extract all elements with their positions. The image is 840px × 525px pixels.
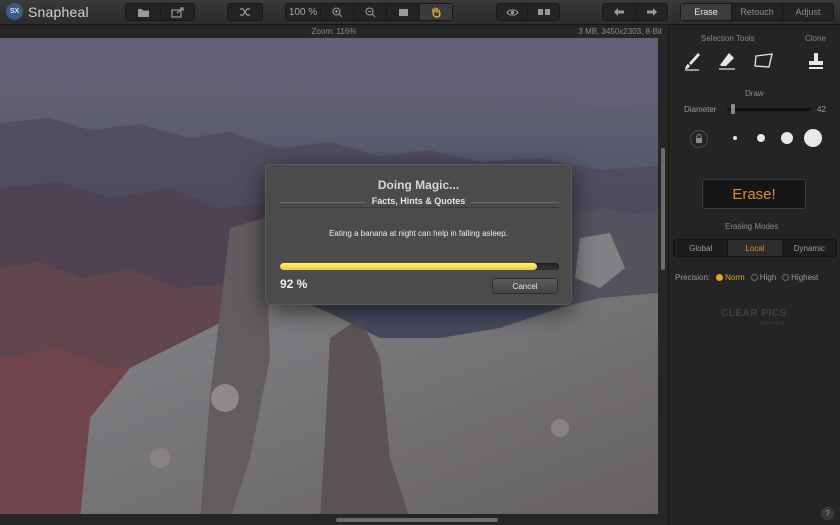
history-group bbox=[602, 3, 668, 21]
radio-dot bbox=[716, 274, 724, 281]
precision-highest-label: Highest bbox=[791, 273, 819, 282]
progress-dialog: Doing Magic... Facts, Hints & Quotes Eat… bbox=[265, 164, 572, 305]
brand-watermark: CLEAR PICS bbox=[721, 308, 787, 319]
eraser-tool[interactable] bbox=[716, 50, 738, 72]
dialog-subtitle-text: Facts, Hints & Quotes bbox=[365, 196, 472, 206]
dialog-title: Doing Magic... bbox=[377, 178, 460, 192]
vertical-scroll-thumb[interactable] bbox=[661, 148, 665, 270]
app-window: SX Snapheal 100 % Erase Retouch Adjust Z… bbox=[0, 0, 840, 525]
image-info: 3 MB, 3450x2303, 8-Bit bbox=[578, 27, 662, 36]
brush-tool[interactable] bbox=[682, 50, 704, 72]
brush-icon bbox=[685, 53, 700, 71]
tab-erase[interactable]: Erase bbox=[681, 4, 731, 20]
diameter-value: 42 bbox=[817, 105, 826, 114]
mode-local[interactable]: Local bbox=[727, 240, 782, 256]
preview-button[interactable] bbox=[497, 4, 527, 20]
tab-adjust[interactable]: Adjust bbox=[782, 4, 833, 20]
cancel-button[interactable]: Cancel bbox=[492, 278, 558, 294]
undo-icon bbox=[614, 8, 624, 16]
brand-watermark-sub: MACPHUN bbox=[759, 321, 785, 327]
redo-icon bbox=[646, 8, 657, 16]
compare-button[interactable] bbox=[527, 4, 559, 20]
file-button-group bbox=[125, 3, 195, 21]
precision-label: Precision: bbox=[675, 273, 711, 282]
draw-label: Draw bbox=[745, 89, 764, 98]
shuffle-icon bbox=[240, 8, 250, 16]
vertical-scrollbar[interactable] bbox=[658, 38, 668, 519]
mode-dynamic[interactable]: Dynamic bbox=[781, 240, 836, 256]
lock-icon bbox=[696, 134, 702, 143]
tab-retouch[interactable]: Retouch bbox=[731, 4, 782, 20]
zoom-level[interactable]: 100 % bbox=[286, 4, 320, 20]
image-canvas[interactable]: Doing Magic... Facts, Hints & Quotes Eat… bbox=[0, 38, 658, 519]
horizontal-scrollbar[interactable] bbox=[0, 514, 668, 525]
hand-tool-button[interactable] bbox=[419, 4, 452, 20]
shuffle-button[interactable] bbox=[228, 4, 262, 20]
polygon-lasso-icon bbox=[754, 53, 773, 68]
precision-highest[interactable]: Highest bbox=[782, 273, 818, 282]
brush-size-xs[interactable] bbox=[733, 136, 737, 140]
precision-norm[interactable]: Norm bbox=[716, 273, 745, 282]
dialog-message: Eating a banana at night can help in fal… bbox=[329, 229, 508, 238]
zoom-out-icon bbox=[364, 6, 375, 17]
eraser-icon bbox=[719, 53, 735, 70]
brush-size-m[interactable] bbox=[781, 132, 793, 144]
dialog-subtitle-underline bbox=[280, 207, 559, 208]
brush-size-s[interactable] bbox=[757, 134, 765, 142]
split-view-icon bbox=[537, 9, 550, 15]
eye-icon bbox=[505, 8, 519, 16]
horizontal-scroll-thumb[interactable] bbox=[336, 518, 498, 522]
status-bar: Zoom: 116% 3 MB, 3450x2303, 8-Bit bbox=[0, 25, 668, 38]
zoom-out-button[interactable] bbox=[353, 4, 386, 20]
erasing-modes: Global Local Dynamic bbox=[673, 239, 837, 257]
logo-badge-icon: SX bbox=[6, 3, 23, 20]
diameter-label: Diameter bbox=[684, 105, 717, 114]
clone-stamp-tool[interactable] bbox=[805, 50, 827, 72]
share-icon bbox=[170, 6, 184, 18]
zoom-in-icon bbox=[331, 6, 342, 17]
tools-panel: Selection Tools Clone Draw Diameter 42 E… bbox=[668, 25, 840, 525]
radio-dot bbox=[750, 274, 758, 281]
precision-norm-label: Norm bbox=[725, 273, 745, 282]
diameter-slider-thumb[interactable] bbox=[731, 104, 736, 114]
progress-fill bbox=[280, 263, 537, 270]
erase-button[interactable]: Erase! bbox=[702, 179, 806, 209]
shuffle-group bbox=[227, 3, 263, 21]
precision-row: Precision: Norm High Highest bbox=[675, 273, 818, 282]
brush-size-l[interactable] bbox=[804, 129, 822, 147]
app-name: Snapheal bbox=[28, 3, 89, 20]
lock-button[interactable] bbox=[690, 130, 708, 148]
lasso-tool[interactable] bbox=[753, 50, 775, 72]
stamp-icon bbox=[809, 53, 823, 69]
undo-button[interactable] bbox=[603, 4, 635, 20]
clone-label: Clone bbox=[805, 34, 826, 43]
fit-screen-icon bbox=[398, 8, 408, 16]
mode-tabs: Erase Retouch Adjust bbox=[680, 3, 834, 21]
progress-bar bbox=[280, 263, 559, 270]
fit-button[interactable] bbox=[386, 4, 419, 20]
precision-high[interactable]: High bbox=[750, 273, 777, 282]
redo-button[interactable] bbox=[635, 4, 667, 20]
open-button[interactable] bbox=[126, 4, 160, 20]
zoom-group: 100 % bbox=[285, 3, 453, 21]
erasing-modes-label: Erasing Modes bbox=[725, 222, 779, 231]
precision-high-label: High bbox=[759, 273, 777, 282]
diameter-slider[interactable] bbox=[727, 108, 811, 111]
hand-icon bbox=[432, 7, 441, 18]
toolbar: SX Snapheal 100 % Erase Retouch Adjust bbox=[0, 0, 840, 25]
progress-percent: 92 % bbox=[280, 277, 308, 291]
app-logo: SX Snapheal bbox=[6, 3, 89, 20]
selection-tools-label: Selection Tools bbox=[701, 34, 755, 43]
zoom-in-button[interactable] bbox=[320, 4, 353, 20]
folder-icon bbox=[137, 8, 149, 17]
view-group bbox=[496, 3, 560, 21]
dialog-subtitle: Facts, Hints & Quotes bbox=[266, 196, 571, 206]
zoom-readout: Zoom: 116% bbox=[311, 27, 357, 36]
export-button[interactable] bbox=[160, 4, 194, 20]
help-button[interactable]: ? bbox=[821, 507, 834, 520]
radio-dot bbox=[782, 274, 790, 281]
mode-global[interactable]: Global bbox=[674, 240, 727, 256]
